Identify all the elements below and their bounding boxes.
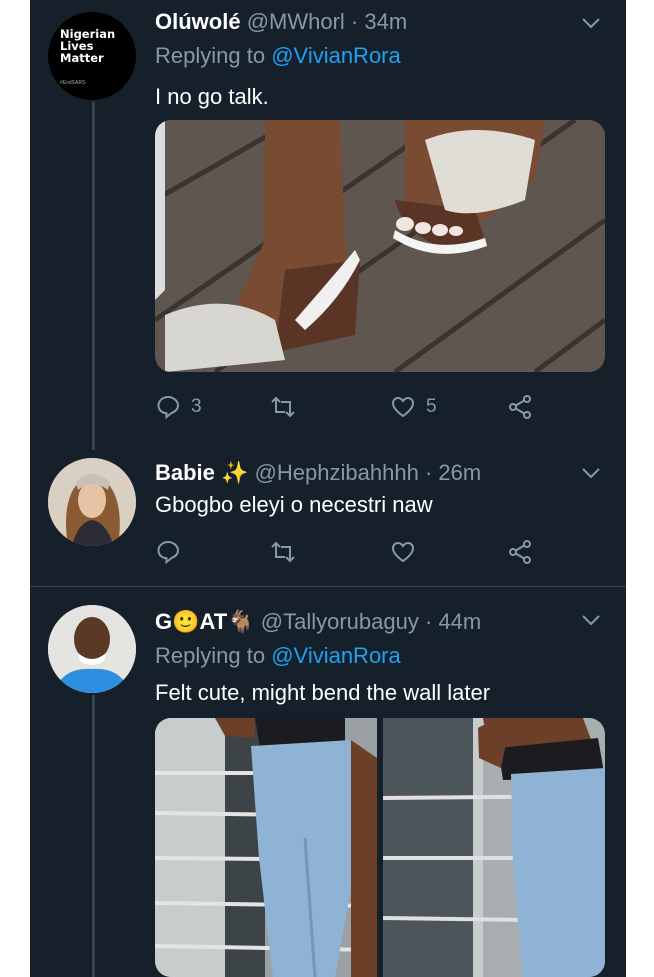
like-icon <box>391 396 415 418</box>
retweet-button[interactable] <box>270 534 296 570</box>
like-count: 5 <box>426 396 437 417</box>
tweet-goat[interactable]: G🙂AT🐐 @Tallyorubaguy · 44m Replying to @… <box>30 587 626 977</box>
timestamp[interactable]: 34m <box>364 9 407 34</box>
like-button[interactable] <box>390 534 416 570</box>
share-icon <box>509 540 531 564</box>
name-part: AT <box>199 609 228 634</box>
chevron-down-icon[interactable] <box>580 12 602 34</box>
replying-prefix: Replying to <box>155 643 266 668</box>
sparkles-emoji: ✨ <box>221 460 249 485</box>
tweet-header: Olúwolé @MWhorl · 34m <box>155 9 407 35</box>
timestamp[interactable]: 44m <box>438 609 481 634</box>
user-handle[interactable]: @Tallyorubaguy <box>261 609 419 634</box>
display-name[interactable]: G🙂AT🐐 <box>155 609 255 634</box>
avatar-goat[interactable] <box>48 605 136 693</box>
reply-icon <box>157 395 180 420</box>
tweet-text: Gbogbo eleyi o necestri naw <box>155 492 433 517</box>
reply-icon <box>157 540 180 565</box>
retweet-button[interactable] <box>270 389 296 425</box>
replying-handle-link[interactable]: @VivianRora <box>271 43 401 68</box>
avatar-text-line: Matter <box>60 51 104 65</box>
avatar-photo <box>48 458 136 546</box>
separator-dot: · <box>424 460 433 485</box>
goat-emoji: 🐐 <box>227 609 255 634</box>
tweet-header: Babie ✨ @Hephzibahhhh · 26m <box>155 460 481 486</box>
timestamp[interactable]: 26m <box>438 460 481 485</box>
thread-line <box>92 102 95 450</box>
tweet-actions: 3 5 <box>155 389 565 425</box>
tweet-image[interactable] <box>155 120 605 372</box>
display-name[interactable]: Babie <box>155 460 215 485</box>
share-button[interactable] <box>507 389 533 425</box>
reply-button[interactable] <box>155 534 181 570</box>
smile-emoji: 🙂 <box>172 609 200 634</box>
avatar-photo <box>48 605 136 693</box>
replying-prefix: Replying to <box>155 43 266 68</box>
tweet-header: G🙂AT🐐 @Tallyorubaguy · 44m <box>155 609 481 635</box>
share-button[interactable] <box>507 534 533 570</box>
tweet-text: Felt cute, might bend the wall later <box>155 680 491 705</box>
display-name[interactable]: Olúwolé <box>155 9 241 34</box>
replying-handle-link[interactable]: @VivianRora <box>271 643 401 668</box>
avatar-oluwole[interactable]: Nigerian Lives Matter #EndSARS <box>48 12 136 100</box>
like-icon <box>391 541 415 563</box>
avatar-hashtag: #EndSARS <box>60 80 86 86</box>
separator-dot: · <box>350 9 359 34</box>
replying-to: Replying to @VivianRora <box>155 643 401 669</box>
tweet-text: I no go talk. <box>155 84 269 109</box>
retweet-icon <box>271 396 295 418</box>
replying-to: Replying to @VivianRora <box>155 43 401 69</box>
timeline-screen: Nigerian Lives Matter #EndSARS Olúwolé @… <box>30 0 626 977</box>
separator-dot: · <box>424 609 433 634</box>
chevron-down-icon[interactable] <box>580 462 602 484</box>
tweet-image-left[interactable] <box>155 718 377 977</box>
tweet-actions <box>155 534 565 570</box>
retweet-icon <box>271 541 295 563</box>
share-icon <box>509 395 531 419</box>
jeans-photo-right <box>383 718 605 977</box>
reply-count: 3 <box>191 396 202 417</box>
thread-line <box>92 695 95 977</box>
tweet-oluwole[interactable]: Nigerian Lives Matter #EndSARS Olúwolé @… <box>30 0 626 450</box>
user-handle[interactable]: @MWhorl <box>247 9 345 34</box>
avatar-babie[interactable] <box>48 458 136 546</box>
user-handle[interactable]: @Hephzibahhhh <box>255 460 419 485</box>
reply-button[interactable]: 3 <box>155 389 202 425</box>
like-button[interactable]: 5 <box>390 389 437 425</box>
feet-sandals-image <box>155 120 605 372</box>
tweet-image-right[interactable] <box>383 718 605 977</box>
name-part: G <box>155 609 173 634</box>
jeans-photo-left <box>155 718 377 977</box>
tweet-babie[interactable]: Babie ✨ @Hephzibahhhh · 26m Gbogbo eleyi… <box>30 450 626 586</box>
chevron-down-icon[interactable] <box>580 609 602 631</box>
